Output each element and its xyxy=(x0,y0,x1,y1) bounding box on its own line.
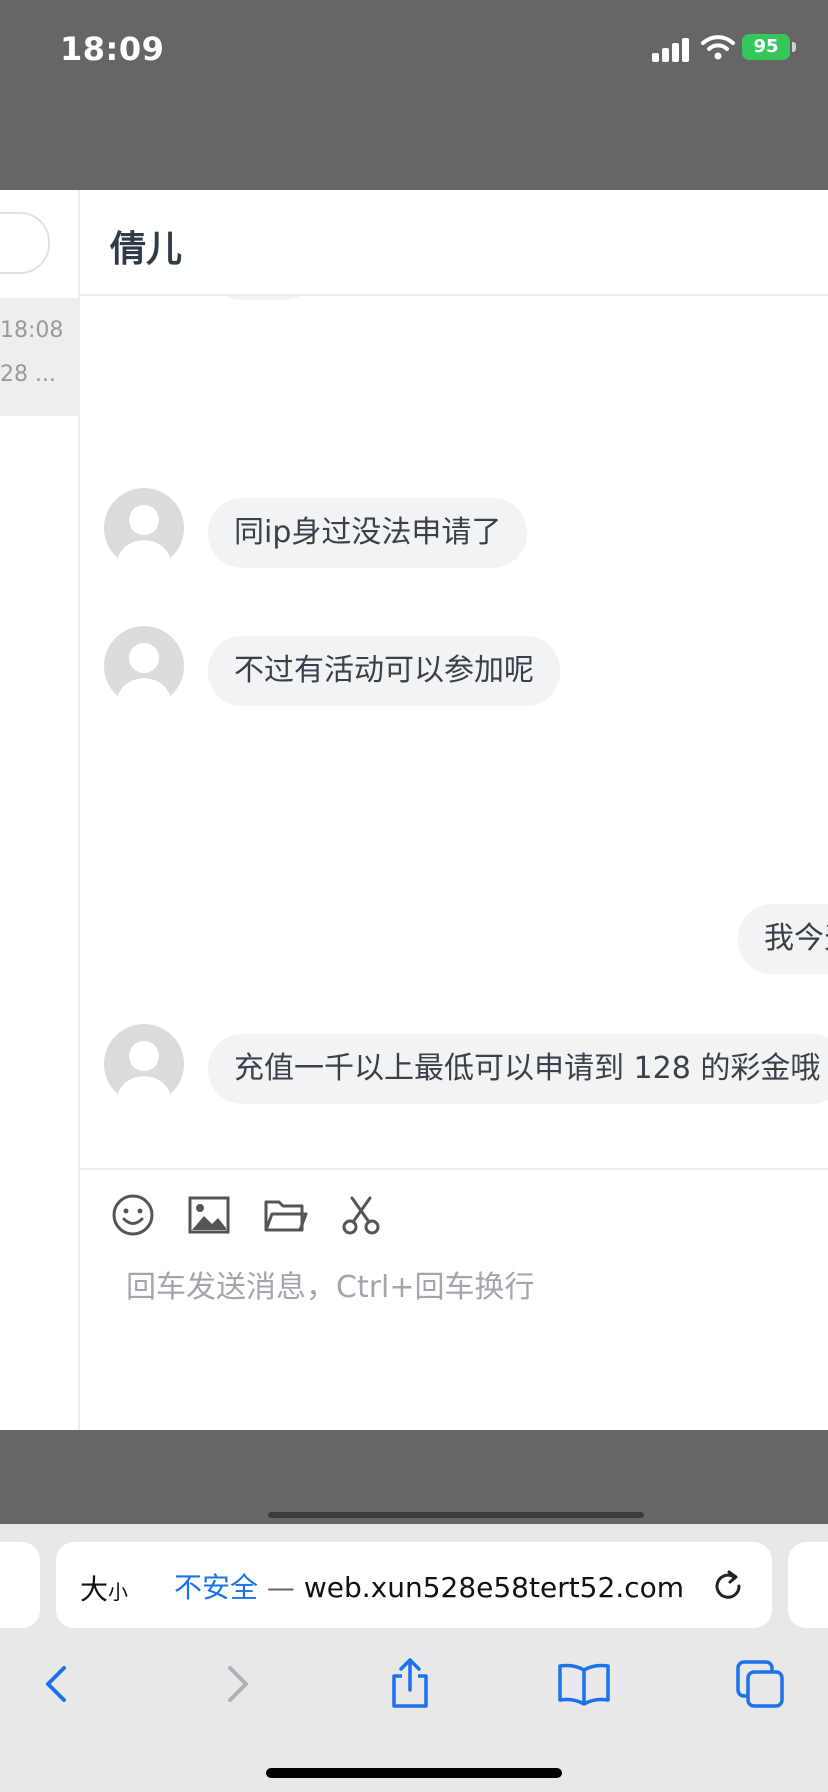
message-bubble: 不过有活动可以参加呢 xyxy=(208,636,560,706)
message-bubble: 同ip身过没法申请了 xyxy=(208,498,528,568)
chat-header: 倩儿 xyxy=(80,190,828,296)
share-icon[interactable] xyxy=(380,1654,440,1714)
scissors-icon[interactable] xyxy=(338,1192,384,1238)
text-size-button[interactable]: 大小 xyxy=(80,1568,128,1608)
battery-cap xyxy=(792,42,796,52)
avatar xyxy=(104,626,184,706)
battery-indicator: 95 xyxy=(742,34,790,60)
message-bubble-outgoing: 我今天 xyxy=(738,904,828,974)
chat-title: 倩儿 xyxy=(110,229,183,270)
address-bar[interactable]: 大小 不安全 — web.xun528e58tert52.com xyxy=(56,1542,772,1628)
reload-icon[interactable] xyxy=(708,1566,748,1606)
conversation-preview: 28 ... xyxy=(0,362,56,387)
text-size-large: 大 xyxy=(80,1573,109,1606)
next-tab-preview[interactable] xyxy=(788,1542,828,1628)
not-secure-label: 不安全 xyxy=(174,1571,259,1604)
url-separator: — xyxy=(258,1571,304,1604)
text-size-small: 小 xyxy=(108,1580,129,1604)
browser-toolbar: 大小 不安全 — web.xun528e58tert52.com xyxy=(0,1524,828,1792)
wifi-icon xyxy=(701,35,735,60)
url-text: web.xun528e58tert52.com xyxy=(303,1571,685,1604)
conversation-list-item[interactable]: 18:08 28 ... xyxy=(0,298,78,416)
status-time: 18:09 xyxy=(60,30,165,68)
emoji-icon[interactable] xyxy=(110,1192,156,1238)
cellular-signal-icon xyxy=(652,36,692,62)
message-input[interactable]: 回车发送消息，Ctrl+回车换行 xyxy=(126,1262,535,1306)
avatar xyxy=(104,1024,184,1104)
message-bubble: 充值一千以上最低可以申请到 128 的彩金哦 xyxy=(208,1034,828,1104)
image-icon[interactable] xyxy=(186,1192,232,1238)
page-scroll-indicator xyxy=(268,1512,644,1518)
sidebar-search-input[interactable] xyxy=(0,212,50,274)
bookmarks-icon[interactable] xyxy=(554,1654,614,1714)
conversation-time: 18:08 xyxy=(0,318,64,343)
back-icon[interactable] xyxy=(28,1654,88,1714)
forward-icon[interactable] xyxy=(206,1654,266,1714)
avatar xyxy=(104,488,184,568)
previous-tab-preview[interactable] xyxy=(0,1542,40,1628)
tabs-icon[interactable] xyxy=(730,1654,790,1714)
chat-app: 18:08 28 ... 倩儿 同ip身过没法申请了 不过有活动可以参加呢 我今… xyxy=(0,190,828,1430)
home-indicator xyxy=(266,1768,562,1778)
url-display[interactable]: 不安全 — web.xun528e58tert52.com xyxy=(174,1566,684,1606)
toolbar-divider xyxy=(80,1168,828,1170)
folder-icon[interactable] xyxy=(262,1192,308,1238)
conversation-sidebar: 18:08 28 ... xyxy=(0,190,80,1430)
